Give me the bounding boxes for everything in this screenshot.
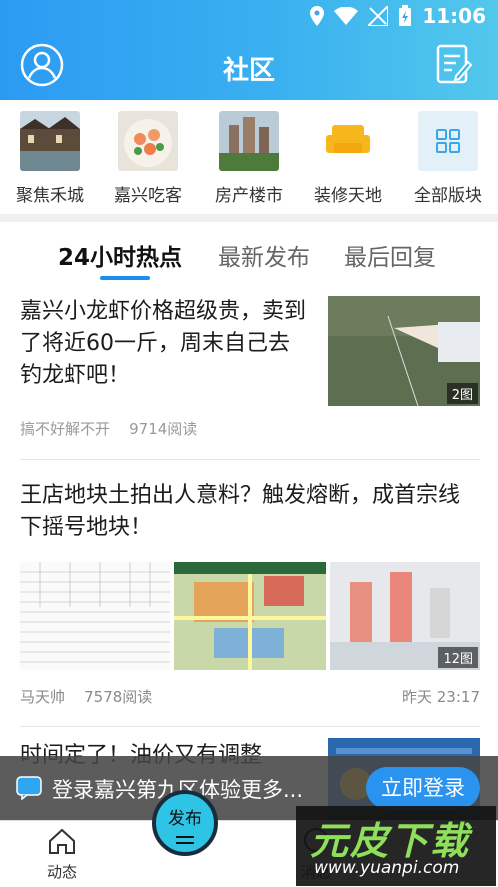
post-item[interactable]: 嘉兴小龙虾价格超级贵，卖到了将近60一斤，周末自己去钓龙虾吧！: [20, 296, 310, 392]
chat-bubble-icon: [16, 776, 42, 800]
tab-last-reply[interactable]: 最后回复: [344, 238, 436, 272]
no-signal-icon: [368, 6, 389, 26]
post-thumbnail[interactable]: 2图: [328, 296, 480, 406]
post-divider: [20, 459, 480, 460]
image-count-badge: 12图: [438, 647, 478, 668]
title-bar: 社区: [0, 34, 498, 100]
home-icon: [49, 828, 75, 854]
grid-icon: [418, 111, 478, 171]
post-meta-row: 马天帅 7578阅读 昨天 23:17: [20, 686, 480, 707]
post-reads: 7578阅读: [84, 688, 153, 706]
shrimp-dish-thumbnail: [118, 111, 178, 171]
nav-home-label: 动态: [46, 863, 77, 881]
login-button[interactable]: 立即登录: [366, 767, 480, 809]
real-estate-thumbnail: [219, 111, 279, 171]
post-image-render[interactable]: 12图: [330, 562, 480, 670]
post-image-map[interactable]: [174, 562, 326, 670]
top-header: 11:06 社区: [0, 0, 498, 100]
post-time: 昨天 23:17: [402, 688, 480, 706]
watermark-logo: 元皮下载 www.yuanpi.com: [296, 806, 496, 886]
ancient-town-thumbnail: [20, 111, 80, 171]
quick-nav-item[interactable]: 全部版块: [403, 111, 493, 206]
post-meta-row: 搞不好解不开 9714阅读: [20, 418, 480, 439]
publish-button[interactable]: 发布: [152, 790, 218, 856]
post-title: 王店地块土拍出人意料？触发熔断，成首宗线下摇号地块！: [20, 483, 461, 540]
status-icons: 11:06: [310, 4, 486, 28]
quick-nav-label: 装修天地: [314, 186, 382, 206]
post-image-document[interactable]: [20, 562, 170, 670]
status-time: 11:06: [422, 4, 486, 28]
quick-nav-label: 全部版块: [414, 186, 482, 206]
post-reads: 9714阅读: [129, 420, 198, 438]
menu-lines-icon: [176, 836, 194, 844]
page-title: 社区: [222, 56, 275, 86]
feed-tabs: 24小时热点 最新发布 最后回复: [0, 222, 498, 284]
post-title: 嘉兴小龙虾价格超级贵，卖到了将近60一斤，周末自己去钓龙虾吧！: [20, 299, 307, 388]
quick-nav-label: 房产楼市: [215, 186, 283, 206]
nav-home[interactable]: 动态: [22, 827, 102, 882]
forum-quick-nav: 聚焦禾城 嘉兴吃客 房产楼市 装修天地 全部版块: [0, 100, 498, 215]
quick-nav-label: 嘉兴吃客: [114, 186, 182, 206]
quick-nav-item[interactable]: 房产楼市: [204, 111, 294, 206]
post-author: 搞不好解不开: [20, 420, 111, 438]
section-separator: [0, 214, 498, 222]
status-bar: 11:06: [0, 0, 498, 34]
tab-24h-hot[interactable]: 24小时热点: [58, 238, 182, 272]
compose-button[interactable]: [436, 44, 473, 86]
post-author: 马天帅: [20, 688, 66, 706]
sofa-icon: [318, 111, 378, 171]
location-icon: [310, 6, 325, 26]
post-item[interactable]: 王店地块土拍出人意料？触发熔断，成首宗线下摇号地块！: [20, 480, 480, 544]
quick-nav-item[interactable]: 聚焦禾城: [5, 111, 95, 206]
watermark-brand: 元皮下载: [310, 819, 471, 863]
image-count-badge: 2图: [446, 383, 478, 404]
watermark-url: www.yuanpi.com: [314, 858, 460, 878]
quick-nav-item[interactable]: 装修天地: [303, 111, 393, 206]
quick-nav-label: 聚焦禾城: [16, 186, 84, 206]
quick-nav-item[interactable]: 嘉兴吃客: [103, 111, 193, 206]
post-divider: [20, 726, 480, 727]
active-tab-indicator: [100, 276, 150, 280]
tab-latest[interactable]: 最新发布: [218, 238, 310, 272]
publish-label: 发布: [168, 809, 202, 829]
wifi-icon: [334, 7, 359, 25]
battery-charging-icon: [399, 5, 412, 26]
edit-note-icon: [436, 44, 473, 84]
